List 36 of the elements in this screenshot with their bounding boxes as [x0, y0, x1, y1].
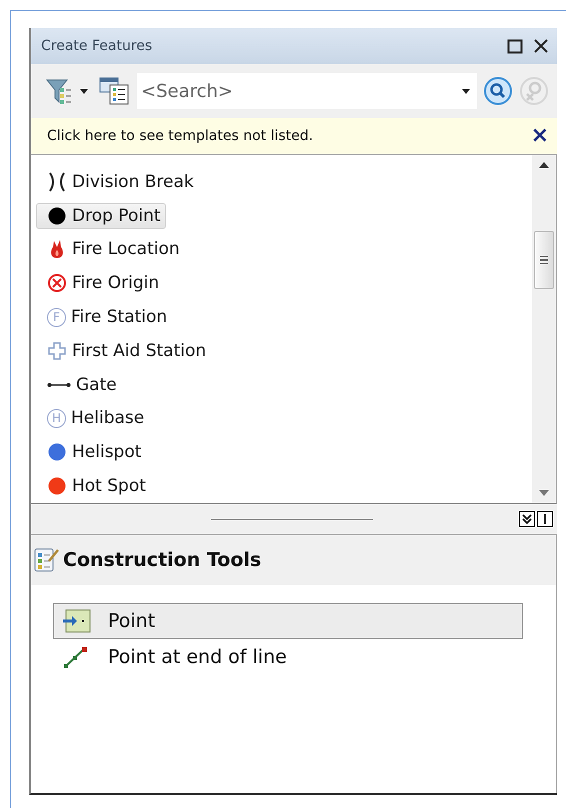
template-item[interactable]: First Aid Station: [36, 338, 212, 364]
template-item[interactable]: Fire Origin: [36, 270, 164, 296]
template-item[interactable]: Fire Location: [36, 235, 185, 264]
letter-circle-icon: H: [47, 408, 66, 428]
search-icon[interactable]: [483, 76, 513, 106]
division-break-icon: [47, 170, 67, 193]
panel-title: Create Features: [41, 38, 154, 54]
template-item[interactable]: Helispot: [36, 439, 146, 466]
template-item[interactable]: F Fire Station: [36, 304, 172, 330]
split-icon[interactable]: [537, 511, 553, 527]
dropdown-caret-icon[interactable]: [79, 87, 89, 95]
collapse-icon[interactable]: [519, 511, 535, 527]
close-icon[interactable]: [533, 38, 549, 54]
tool-item[interactable]: Point at end of line: [53, 639, 523, 675]
scroll-thumb[interactable]: [534, 231, 554, 289]
point-tool-icon: [62, 608, 92, 634]
scrollbar[interactable]: [532, 155, 556, 503]
search-field[interactable]: <Search>: [137, 73, 455, 109]
template-item[interactable]: Gate: [36, 372, 122, 398]
splitter-handle[interactable]: [211, 518, 373, 520]
scroll-down-icon[interactable]: [538, 489, 550, 497]
cross-icon: [47, 340, 67, 361]
template-item[interactable]: H Helibase: [36, 405, 150, 432]
circle-x-icon: [47, 273, 67, 294]
section-title: Construction Tools: [63, 549, 262, 571]
dropdown-caret-icon[interactable]: [455, 73, 477, 109]
letter-circle-icon: F: [47, 308, 66, 327]
close-button[interactable]: ×: [530, 125, 549, 147]
template-list-icon[interactable]: [99, 76, 131, 106]
notice-link[interactable]: Click here to see templates not listed.: [47, 128, 531, 144]
template-item[interactable]: Division Break: [36, 168, 199, 196]
maximize-icon[interactable]: [507, 38, 523, 54]
tool-item[interactable]: Point: [53, 603, 523, 639]
template-item[interactable]: Hot Spot: [36, 473, 151, 500]
scroll-up-icon[interactable]: [538, 161, 550, 169]
template-item[interactable]: Drop Point: [36, 202, 166, 229]
